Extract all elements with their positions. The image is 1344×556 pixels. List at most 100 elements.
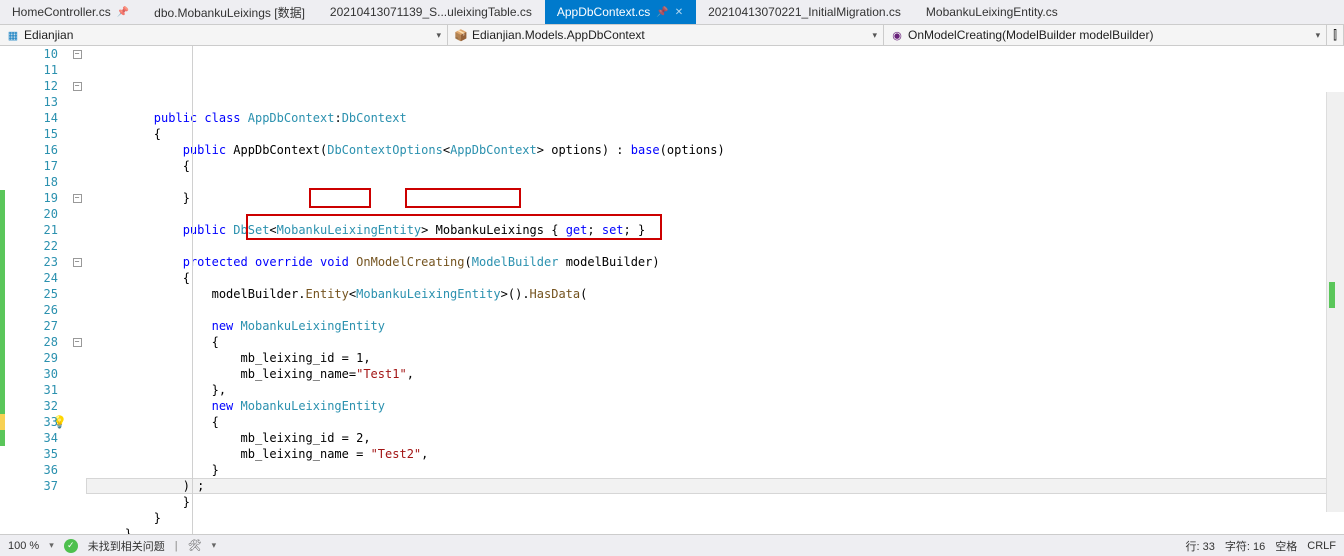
code-line[interactable]: } <box>86 190 1344 206</box>
code-line[interactable]: } <box>86 510 1344 526</box>
nav-member[interactable]: ◉ OnModelCreating(ModelBuilder modelBuil… <box>884 25 1327 45</box>
document-tab[interactable]: HomeController.cs📌 <box>0 0 142 24</box>
code-line[interactable]: modelBuilder.Entity<MobankuLeixingEntity… <box>86 286 1344 302</box>
fold-cell[interactable] <box>68 398 86 414</box>
fold-cell[interactable] <box>68 414 86 430</box>
document-tab[interactable]: MobankuLeixingEntity.cs <box>914 0 1071 24</box>
line-number-gutter: 1011121314151617181920212223242526272829… <box>0 46 68 534</box>
pin-icon[interactable]: 📌 <box>117 7 129 18</box>
code-line[interactable]: } <box>86 526 1344 534</box>
fold-cell[interactable] <box>68 302 86 318</box>
collapse-icon[interactable]: − <box>73 50 82 59</box>
fold-cell[interactable] <box>68 238 86 254</box>
collapse-icon[interactable]: − <box>73 338 82 347</box>
code-line[interactable]: new MobankuLeixingEntity <box>86 318 1344 334</box>
fold-cell[interactable]: − <box>68 334 86 350</box>
close-icon[interactable]: ✕ <box>675 7 683 18</box>
fold-cell[interactable] <box>68 174 86 190</box>
code-line[interactable]: { <box>86 158 1344 174</box>
zoom-level[interactable]: 100 % <box>8 540 39 552</box>
fold-cell[interactable] <box>68 286 86 302</box>
line-number: 18 <box>0 174 58 190</box>
line-number: 25 <box>0 286 58 302</box>
code-line[interactable]: mb_leixing_name = "Test2", <box>86 446 1344 462</box>
collapse-icon[interactable]: − <box>73 258 82 267</box>
document-tab[interactable]: dbo.MobankuLeixings [数据] <box>142 0 318 24</box>
fold-cell[interactable] <box>68 270 86 286</box>
fold-cell[interactable] <box>68 158 86 174</box>
collapse-icon[interactable]: − <box>73 82 82 91</box>
fold-cell[interactable] <box>68 366 86 382</box>
code-editor[interactable]: 1011121314151617181920212223242526272829… <box>0 46 1344 534</box>
collapse-icon[interactable]: − <box>73 194 82 203</box>
chevron-down-icon: ▾ <box>436 30 441 41</box>
status-bar: 100 % ▾ ✓ 未找到相关问题 | 🛠 ▾ 行: 33 字符: 16 空格 … <box>0 534 1344 556</box>
code-line[interactable]: { <box>86 270 1344 286</box>
fold-cell[interactable]: − <box>68 254 86 270</box>
line-number: 28 <box>0 334 58 350</box>
nav-project[interactable]: ▦ Edianjian ▾ <box>0 25 448 45</box>
fold-cell[interactable]: − <box>68 78 86 94</box>
fold-cell[interactable] <box>68 110 86 126</box>
fold-cell[interactable]: − <box>68 190 86 206</box>
code-line[interactable]: { <box>86 414 1344 430</box>
code-line[interactable] <box>86 174 1344 190</box>
tab-label: MobankuLeixingEntity.cs <box>926 5 1058 19</box>
fold-cell[interactable] <box>68 430 86 446</box>
code-line[interactable] <box>86 206 1344 222</box>
code-area[interactable]: public class AppDbContext:DbContext { pu… <box>86 46 1344 534</box>
fold-cell[interactable] <box>68 350 86 366</box>
code-line[interactable] <box>86 238 1344 254</box>
code-line[interactable] <box>86 302 1344 318</box>
code-line[interactable]: mb_leixing_id = 2, <box>86 430 1344 446</box>
document-tab[interactable]: 20210413071139_S...uleixingTable.cs <box>318 0 545 24</box>
code-line[interactable]: public AppDbContext(DbContextOptions<App… <box>86 142 1344 158</box>
code-line[interactable]: } <box>86 494 1344 510</box>
fold-cell[interactable] <box>68 318 86 334</box>
code-line[interactable]: protected override void OnModelCreating(… <box>86 254 1344 270</box>
split-icon: ⫿ <box>1333 28 1337 43</box>
line-number: 16 <box>0 142 58 158</box>
vertical-scrollbar[interactable] <box>1326 92 1344 512</box>
code-line[interactable]: public DbSet<MobankuLeixingEntity> Moban… <box>86 222 1344 238</box>
code-line[interactable]: }, <box>86 382 1344 398</box>
code-line[interactable]: { <box>86 334 1344 350</box>
line-number: 35 <box>0 446 58 462</box>
code-line[interactable]: } <box>86 462 1344 478</box>
fold-cell[interactable] <box>68 446 86 462</box>
zoom-chevron-icon[interactable]: ▾ <box>49 540 54 551</box>
nav-type[interactable]: 📦 Edianjian.Models.AppDbContext ▾ <box>448 25 884 45</box>
code-line[interactable]: new MobankuLeixingEntity <box>86 398 1344 414</box>
line-ending[interactable]: CRLF <box>1307 540 1336 552</box>
screwdriver-icon[interactable]: 🛠 <box>188 539 202 552</box>
line-number: 19 <box>0 190 58 206</box>
line-number: 30 <box>0 366 58 382</box>
fold-cell[interactable] <box>68 222 86 238</box>
fold-cell[interactable] <box>68 94 86 110</box>
pin-icon[interactable]: 📌 <box>656 7 668 18</box>
code-line[interactable]: mb_leixing_name="Test1", <box>86 366 1344 382</box>
line-number: 34 <box>0 430 58 446</box>
fold-cell[interactable] <box>68 206 86 222</box>
document-tabs: HomeController.cs📌dbo.MobankuLeixings [数… <box>0 0 1344 25</box>
fold-cell[interactable] <box>68 462 86 478</box>
document-tab[interactable]: 20210413070221_InitialMigration.cs <box>696 0 914 24</box>
scrollbar-change-marker <box>1329 282 1335 308</box>
fold-cell[interactable] <box>68 478 86 494</box>
code-line[interactable]: ) ; <box>86 478 1344 494</box>
fold-cell[interactable] <box>68 382 86 398</box>
fold-cell[interactable]: − <box>68 46 86 62</box>
fold-cell[interactable] <box>68 62 86 78</box>
code-line[interactable]: mb_leixing_id = 1, <box>86 350 1344 366</box>
code-line[interactable]: public class AppDbContext:DbContext <box>86 110 1344 126</box>
fold-cell[interactable] <box>68 126 86 142</box>
line-number: 37 <box>0 478 58 494</box>
indent-mode[interactable]: 空格 <box>1275 538 1297 554</box>
split-editor-button[interactable]: ⫿ <box>1327 25 1344 45</box>
document-tab[interactable]: AppDbContext.cs📌✕ <box>545 0 696 24</box>
issues-text[interactable]: 未找到相关问题 <box>88 538 165 554</box>
cursor-line: 行: 33 <box>1186 538 1215 554</box>
fold-cell[interactable] <box>68 142 86 158</box>
code-line[interactable]: { <box>86 126 1344 142</box>
outlining-margin[interactable]: − − − − − <box>68 46 86 534</box>
